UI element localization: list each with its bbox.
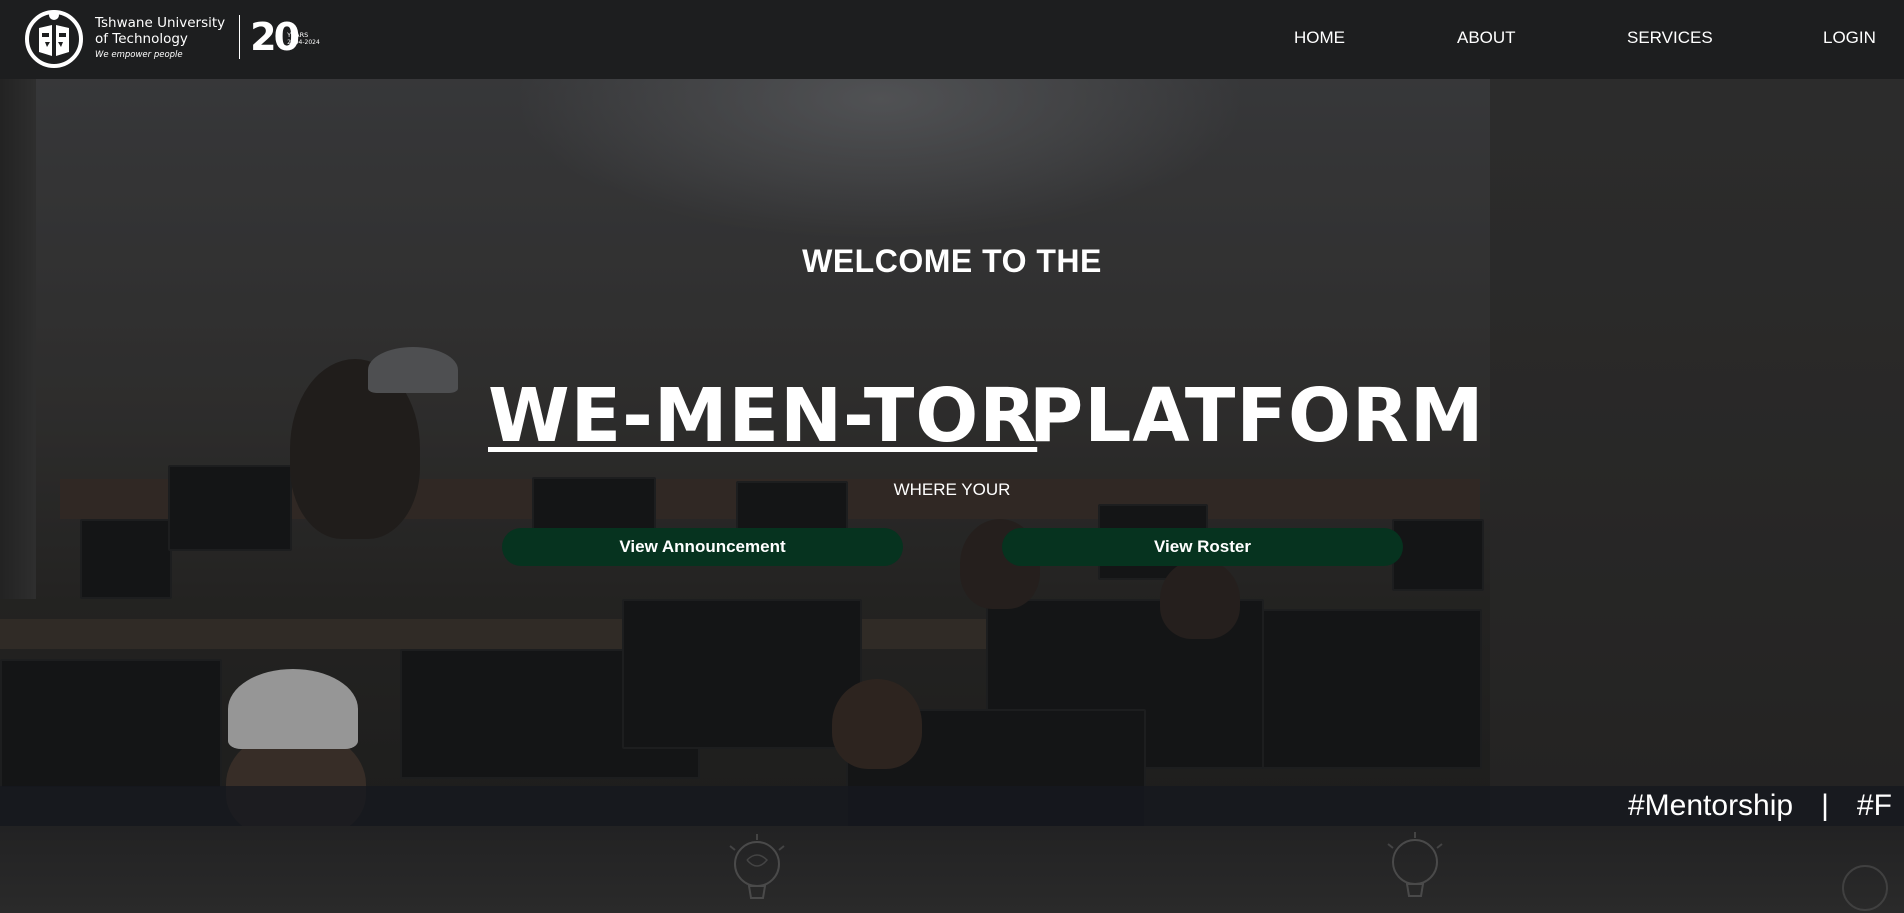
anniversary-label: YEARS [287, 31, 309, 39]
anniversary-badge: 20 YEARS 2004-2024 [250, 18, 320, 56]
view-announcement-button[interactable]: View Announcement [502, 528, 903, 566]
anniversary-range: 2004-2024 [287, 39, 320, 46]
title-platform: PLATFORM [1029, 373, 1485, 459]
logo-divider [239, 15, 241, 59]
lower-section [0, 826, 1904, 913]
lightbulb-icon [1387, 832, 1443, 897]
hashtag-ticker: #Mentorship | #F [0, 786, 1904, 826]
nav-login[interactable]: LOGIN [1823, 28, 1876, 48]
university-name-line2: of Technology [95, 30, 188, 47]
platform-title: WE-MEN-TOR PLATFORM [0, 371, 1904, 461]
nav-services[interactable]: SERVICES [1627, 28, 1713, 48]
ticker-item: #F [1856, 789, 1892, 822]
university-name: Tshwane University of Technology We empo… [95, 15, 225, 60]
ticker-separator: | [1821, 789, 1829, 822]
nav-home[interactable]: HOME [1294, 28, 1345, 48]
title-wementor: WE-MEN-TOR [488, 373, 1038, 459]
hero-tagline: WHERE YOUR [893, 480, 1011, 499]
university-emblem-icon [25, 10, 83, 68]
welcome-heading: WELCOME TO THE [802, 243, 1102, 279]
university-name-line1: Tshwane University [95, 14, 226, 31]
lightbulb-icon [729, 834, 785, 899]
ticker-track: #Mentorship | #F [1628, 789, 1892, 823]
nav-about[interactable]: ABOUT [1457, 28, 1516, 48]
university-logo[interactable]: Tshwane University of Technology We empo… [19, 6, 320, 68]
university-tagline: We empower people [95, 49, 183, 60]
view-roster-button[interactable]: View Roster [1002, 528, 1403, 566]
lightbulb-icon [1842, 865, 1888, 911]
site-header: Tshwane University of Technology We empo… [0, 0, 1904, 79]
ticker-item: #Mentorship [1628, 789, 1794, 822]
hero-section: WELCOME TO THE WE-MEN-TOR PLATFORM WHERE… [0, 79, 1904, 826]
